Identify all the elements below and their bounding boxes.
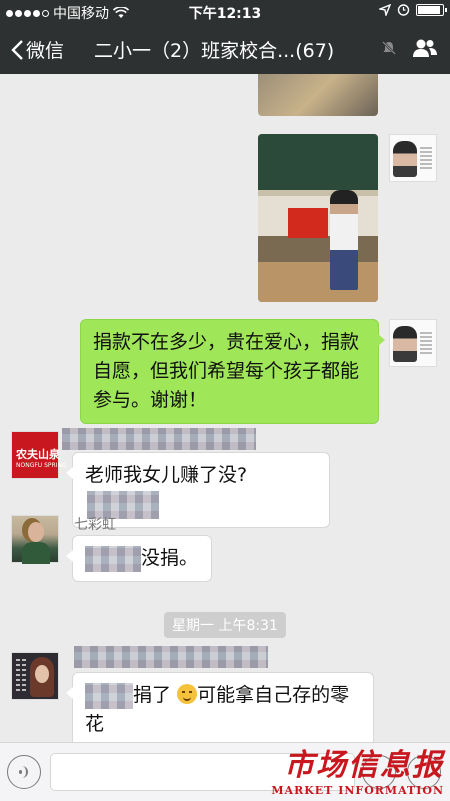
- voice-icon[interactable]: [7, 755, 41, 789]
- self-avatar[interactable]: [389, 319, 437, 367]
- back-button[interactable]: 微信: [10, 36, 64, 63]
- message-bubble-self[interactable]: 捐款不在多少，贵在爱心，捐款自愿，但我们希望每个孩子都能参与。谢谢！: [80, 319, 385, 424]
- message-text: 没捐。: [141, 547, 199, 569]
- alarm-icon: [397, 4, 410, 16]
- timestamp-label: 星期一 上午8:31: [164, 612, 286, 638]
- redacted-region: [85, 682, 133, 709]
- message-bubble-member[interactable]: 捐了 可能拿自己存的零花 钱了: [66, 672, 374, 742]
- member-avatar[interactable]: [11, 652, 59, 700]
- message-image[interactable]: [258, 134, 378, 302]
- status-bar: 中国移动 下午12:13: [0, 0, 450, 24]
- sender-name: 七彩虹: [74, 517, 116, 533]
- plus-icon[interactable]: [407, 755, 441, 789]
- chat-header: 微信 二小一（2）班家校合...(67): [0, 24, 450, 74]
- member-avatar[interactable]: 农夫山泉 NONGFU SPRING: [11, 431, 67, 479]
- chevron-left-icon: [11, 39, 23, 60]
- self-avatar[interactable]: [389, 134, 437, 182]
- smile-emoji-icon: [177, 684, 198, 704]
- chat-message-list[interactable]: 捐款不在多少，贵在爱心，捐款自愿，但我们希望每个孩子都能参与。谢谢！ 农夫山泉 …: [0, 74, 450, 742]
- message-input-bar: [0, 742, 450, 801]
- avatar-logo-text: 农夫山泉: [16, 448, 60, 461]
- avatar-logo-subtext: NONGFU SPRING: [16, 462, 67, 469]
- message-image[interactable]: [258, 74, 378, 116]
- redacted-region: [85, 545, 141, 572]
- timestamp-divider: 星期一 上午8:31: [0, 612, 450, 638]
- battery-icon: [416, 3, 447, 16]
- group-members-icon[interactable]: [412, 38, 438, 58]
- sender-name-redacted: [62, 428, 256, 450]
- back-label: 微信: [26, 40, 65, 62]
- message-text: 捐款不在多少，贵在爱心，捐款自愿，但我们希望每个孩子都能参与。谢谢！: [93, 331, 360, 411]
- location-arrow-icon: [379, 3, 391, 16]
- message-bubble-member[interactable]: 没捐。: [66, 535, 212, 582]
- message-text: 老师我女儿赚了没?: [85, 464, 248, 486]
- message-text-part: 捐了: [133, 684, 172, 706]
- message-input[interactable]: [50, 753, 355, 791]
- sender-name-redacted: [74, 646, 268, 668]
- emoji-icon[interactable]: [362, 755, 396, 789]
- mute-icon: [382, 41, 396, 55]
- chat-title: 二小一（2）班家校合...(67): [94, 40, 335, 62]
- member-avatar[interactable]: [11, 515, 59, 564]
